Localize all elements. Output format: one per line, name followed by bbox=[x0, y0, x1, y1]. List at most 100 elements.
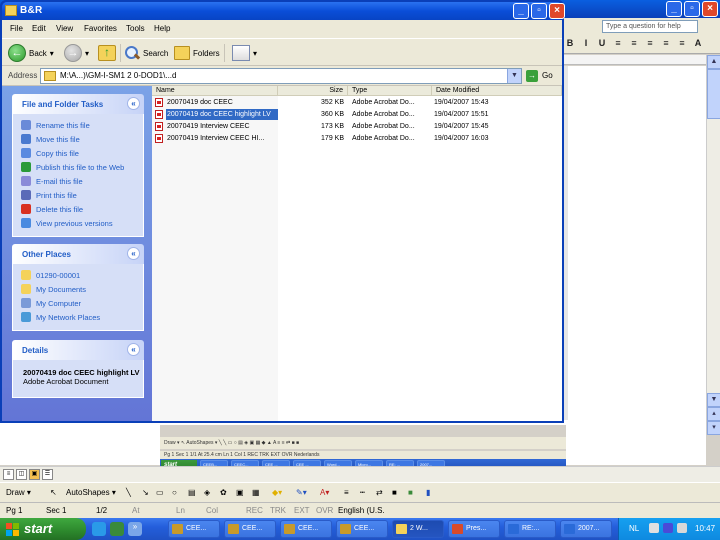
file-row[interactable]: 20070419 doc CEEC 352 KB Adobe Acrobat Do.… bbox=[152, 97, 562, 108]
collapse-chevron-icon[interactable]: « bbox=[127, 247, 140, 260]
format-button[interactable]: A bbox=[692, 38, 704, 50]
task-link[interactable]: Move this file bbox=[13, 132, 143, 146]
fill-color-icon[interactable]: ◆▾ bbox=[272, 488, 282, 498]
tray-icon-1[interactable] bbox=[649, 523, 659, 533]
toolbar-options-icon[interactable]: ▮ bbox=[426, 488, 430, 498]
file-row[interactable]: 20070419 doc CEEC highlight LV 360 KB Adob… bbox=[152, 109, 562, 120]
column-header-size[interactable]: Size bbox=[278, 86, 348, 96]
task-link[interactable]: My Computer bbox=[13, 296, 143, 310]
taskbar-button[interactable]: CEE... bbox=[168, 520, 220, 538]
line-color-icon[interactable]: ✎▾ bbox=[296, 488, 307, 498]
address-input[interactable]: M:\A...)\GM-I-SM1 2 0-DOD1\...d ▼ bbox=[40, 68, 522, 84]
search-button[interactable]: Search bbox=[124, 43, 168, 63]
format-button[interactable]: ≡ bbox=[676, 38, 688, 50]
status-ext[interactable]: EXT bbox=[294, 506, 310, 516]
word-help-box[interactable]: Type a question for help bbox=[602, 20, 698, 33]
column-header-date[interactable]: Date Modified bbox=[432, 86, 562, 96]
menu-file[interactable]: File bbox=[10, 24, 23, 33]
select-objects-icon[interactable]: ↖ bbox=[50, 488, 57, 498]
oval-icon[interactable]: ○ bbox=[172, 488, 177, 498]
back-button[interactable]: ← Back ▾ bbox=[8, 43, 54, 63]
quicklaunch-ie-icon[interactable] bbox=[92, 522, 106, 536]
file-row[interactable]: 20070419 Interview CEEC HI... 179 KB Adobe… bbox=[152, 133, 562, 144]
arrow-style-icon[interactable]: ⇄ bbox=[376, 488, 383, 498]
word-maximize-button[interactable]: ▫ bbox=[684, 1, 700, 17]
line-icon[interactable]: ╲ bbox=[126, 488, 131, 498]
forward-button[interactable]: → ▾ bbox=[64, 43, 89, 63]
tray-icon-3[interactable] bbox=[677, 523, 687, 533]
quicklaunch-more-icon[interactable]: » bbox=[128, 522, 142, 536]
collapse-chevron-icon[interactable]: « bbox=[127, 343, 140, 356]
folders-button[interactable]: Folders bbox=[174, 43, 220, 63]
address-dropdown-icon[interactable]: ▼ bbox=[507, 69, 521, 83]
menu-favorites[interactable]: Favorites bbox=[84, 24, 117, 33]
menu-help[interactable]: Help bbox=[154, 24, 170, 33]
format-button[interactable]: ≡ bbox=[660, 38, 672, 50]
menu-view[interactable]: View bbox=[56, 24, 73, 33]
textbox-icon[interactable]: ▤ bbox=[188, 488, 196, 498]
arrow-icon[interactable]: ↘ bbox=[142, 488, 149, 498]
up-button[interactable]: ↑ bbox=[98, 43, 116, 63]
word-vertical-scrollbar[interactable]: ▲ ▼ ▴ ▾ bbox=[706, 55, 720, 435]
taskbar-button[interactable]: CEE... bbox=[224, 520, 276, 538]
task-link[interactable]: Rename this file bbox=[13, 118, 143, 132]
column-header-name[interactable]: Name bbox=[152, 86, 278, 96]
status-trk[interactable]: TRK bbox=[270, 506, 286, 516]
word-minimize-button[interactable]: _ bbox=[666, 1, 682, 17]
shadow-icon[interactable]: ■ bbox=[392, 488, 397, 498]
dash-style-icon[interactable]: ┅ bbox=[360, 488, 365, 498]
task-link[interactable]: 01290-00001 bbox=[13, 268, 143, 282]
word-page[interactable] bbox=[568, 66, 706, 420]
picture-icon[interactable]: ▦ bbox=[252, 488, 260, 498]
rectangle-icon[interactable]: ▭ bbox=[156, 488, 164, 498]
diagram-icon[interactable]: ✿ bbox=[220, 488, 227, 498]
word-close-button[interactable]: × bbox=[702, 1, 718, 17]
panel-header[interactable]: Details « bbox=[12, 340, 144, 360]
taskbar-button[interactable]: 2 W... bbox=[392, 520, 444, 538]
status-rec[interactable]: REC bbox=[246, 506, 263, 516]
format-button[interactable]: ≡ bbox=[628, 38, 640, 50]
next-page-icon[interactable]: ▾ bbox=[707, 421, 720, 435]
forward-dropdown-icon[interactable]: ▾ bbox=[85, 49, 89, 58]
format-button[interactable]: B bbox=[564, 38, 576, 50]
back-dropdown-icon[interactable]: ▾ bbox=[50, 49, 54, 58]
panel-header[interactable]: Other Places « bbox=[12, 244, 144, 264]
menu-edit[interactable]: Edit bbox=[32, 24, 46, 33]
autoshapes-menu[interactable]: AutoShapes ▾ bbox=[66, 488, 116, 498]
column-header-type[interactable]: Type bbox=[348, 86, 432, 96]
web-view-icon[interactable]: ◫ bbox=[16, 469, 27, 480]
status-ovr[interactable]: OVR bbox=[316, 506, 333, 516]
wordart-icon[interactable]: ◈ bbox=[204, 488, 210, 498]
taskbar-button[interactable]: RE:... bbox=[504, 520, 556, 538]
scroll-down-icon[interactable]: ▼ bbox=[707, 393, 720, 407]
minimize-button[interactable]: _ bbox=[513, 3, 529, 19]
task-link[interactable]: Copy this file bbox=[13, 146, 143, 160]
explorer-titlebar[interactable]: B&R _ ▫ × bbox=[2, 2, 565, 20]
maximize-button[interactable]: ▫ bbox=[531, 3, 547, 19]
taskbar-button[interactable]: CEE... bbox=[280, 520, 332, 538]
taskbar-button[interactable]: 2007... bbox=[560, 520, 612, 538]
format-button[interactable]: ≡ bbox=[612, 38, 624, 50]
collapse-chevron-icon[interactable]: « bbox=[127, 97, 140, 110]
task-link[interactable]: View previous versions bbox=[13, 216, 143, 230]
format-button[interactable]: ≡ bbox=[644, 38, 656, 50]
file-row[interactable]: 20070419 Interview CEEC 173 KB Adobe Acrob… bbox=[152, 121, 562, 132]
task-link[interactable]: E-mail this file bbox=[13, 174, 143, 188]
go-arrow-icon[interactable]: → bbox=[526, 70, 538, 82]
task-link[interactable]: My Documents bbox=[13, 282, 143, 296]
task-link[interactable]: Publish this file to the Web bbox=[13, 160, 143, 174]
clipart-icon[interactable]: ▣ bbox=[236, 488, 244, 498]
scroll-up-icon[interactable]: ▲ bbox=[707, 55, 720, 69]
panel-header[interactable]: File and Folder Tasks « bbox=[12, 94, 144, 114]
3d-icon[interactable]: ■ bbox=[408, 488, 413, 498]
print-view-icon[interactable]: ▣ bbox=[29, 469, 40, 480]
task-link[interactable]: Delete this file bbox=[13, 202, 143, 216]
language-indicator[interactable]: NL bbox=[629, 524, 639, 533]
quicklaunch-media-icon[interactable] bbox=[110, 522, 124, 536]
task-link[interactable]: Print this file bbox=[13, 188, 143, 202]
task-link[interactable]: My Network Places bbox=[13, 310, 143, 324]
line-style-icon[interactable]: ≡ bbox=[344, 488, 349, 498]
format-button[interactable]: U bbox=[596, 38, 608, 50]
normal-view-icon[interactable]: ≡ bbox=[3, 469, 14, 480]
outline-view-icon[interactable]: ☰ bbox=[42, 469, 53, 480]
